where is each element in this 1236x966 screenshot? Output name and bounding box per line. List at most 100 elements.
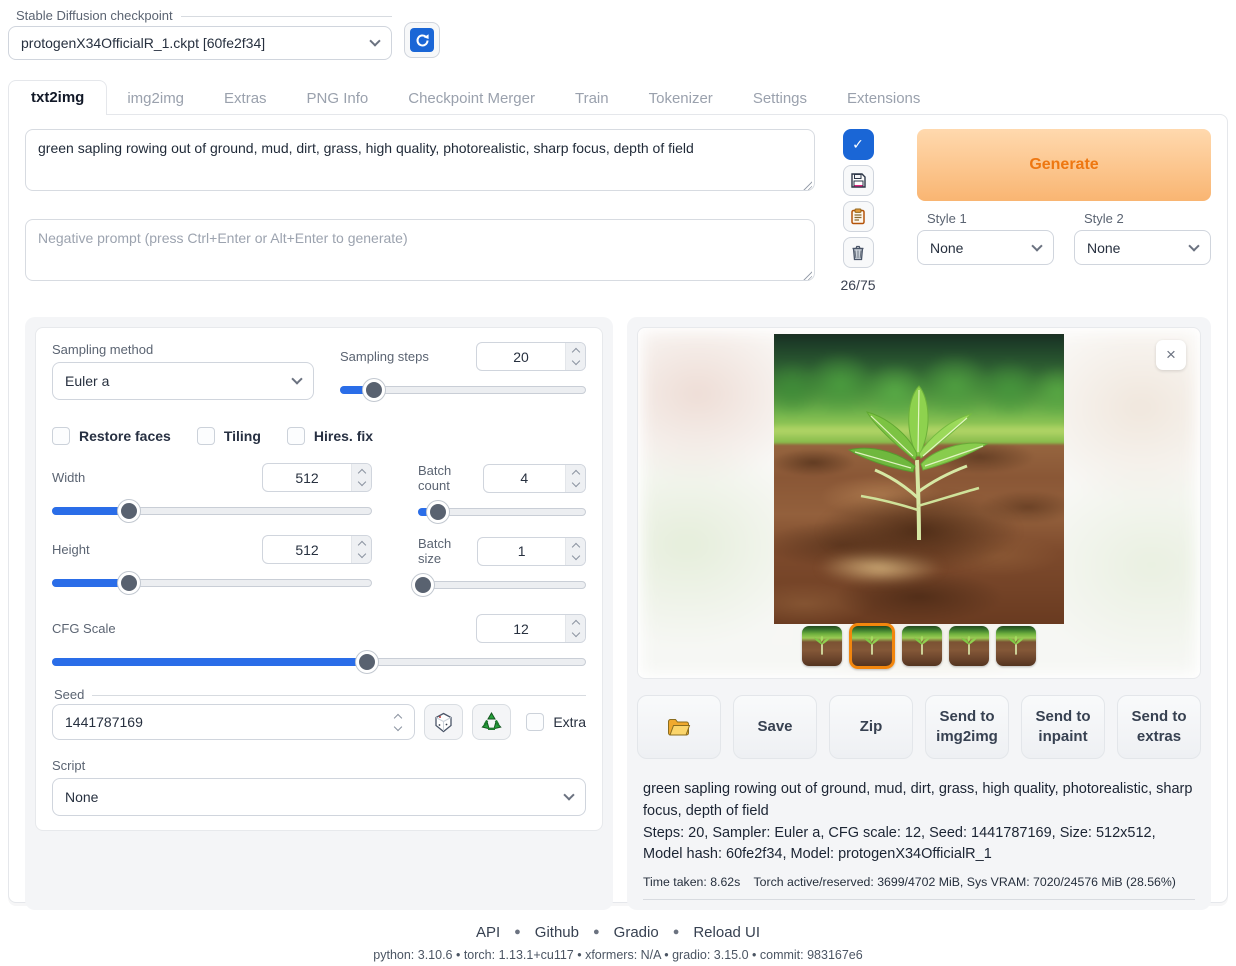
extra-seed-checkbox[interactable]: Extra	[526, 713, 586, 731]
checkbox-box[interactable]	[52, 427, 70, 445]
generated-image[interactable]	[774, 334, 1064, 624]
clear-prompt-button[interactable]	[843, 237, 874, 268]
tab-img2img[interactable]: img2img	[107, 82, 204, 115]
style2-select[interactable]: None	[1074, 230, 1211, 265]
stepper-buttons[interactable]	[388, 715, 408, 730]
send-to-inpaint-button[interactable]: Send to inpaint	[1021, 695, 1105, 759]
tab-extras[interactable]: Extras	[204, 82, 287, 115]
gradio-link[interactable]: Gradio	[614, 924, 659, 941]
batch-size-slider[interactable]	[418, 574, 586, 596]
refresh-checkpoints-button[interactable]	[404, 22, 440, 58]
batch-count-slider[interactable]	[418, 501, 586, 523]
token-counter: 26/75	[840, 277, 875, 293]
image-gallery[interactable]: ×	[637, 327, 1201, 679]
stepper-buttons[interactable]	[565, 343, 585, 370]
sampling-steps-slider[interactable]	[340, 379, 586, 401]
apply-style-button[interactable]	[843, 201, 874, 232]
settings-panel: Sampling method Euler a Sampling steps 2…	[25, 317, 613, 910]
tab-png-info[interactable]: PNG Info	[287, 82, 389, 115]
style2-group: Style 2 None	[1074, 211, 1211, 265]
txt2img-panel: green sapling rowing out of ground, mud,…	[8, 114, 1228, 903]
checkbox-box[interactable]	[197, 427, 215, 445]
gallery-thumbnail[interactable]	[802, 626, 842, 666]
generate-column: Generate Style 1 None Style 2 None	[917, 129, 1211, 293]
zip-button[interactable]: Zip	[829, 695, 913, 759]
legend-line	[181, 16, 392, 17]
height-input[interactable]: 512	[262, 535, 372, 564]
width-input[interactable]: 512	[262, 463, 372, 492]
seed-input[interactable]: 1441787169	[52, 704, 415, 740]
checkpoint-select[interactable]: protogenX34OfficialR_1.ckpt [60fe2f34]	[8, 26, 392, 60]
close-gallery-button[interactable]: ×	[1156, 340, 1186, 370]
prompt-tools-column: ✓	[841, 129, 875, 293]
gallery-thumbnail[interactable]	[949, 626, 989, 666]
slider-thumb[interactable]	[356, 651, 378, 673]
chevron-down-icon	[1188, 240, 1199, 251]
batch-count-input[interactable]: 4	[483, 464, 586, 493]
refresh-icon	[410, 28, 434, 52]
open-folder-button[interactable]	[637, 695, 721, 759]
style2-value: None	[1087, 240, 1120, 256]
stepper-buttons[interactable]	[565, 465, 585, 492]
batch-count-group: Batch count 4	[418, 463, 586, 523]
height-label: Height	[52, 542, 90, 557]
tiling-checkbox[interactable]: Tiling	[197, 427, 261, 445]
prompt-input[interactable]: green sapling rowing out of ground, mud,…	[25, 129, 815, 191]
send-to-img2img-button[interactable]: Send to img2img	[925, 695, 1009, 759]
floppy-disk-icon	[850, 172, 867, 189]
paste-params-button[interactable]: ✓	[843, 129, 874, 160]
gallery-thumbnail[interactable]	[849, 623, 895, 669]
info-prompt-text: green sapling rowing out of ground, mud,…	[643, 779, 1195, 823]
trash-icon	[850, 244, 866, 261]
slider-thumb[interactable]	[412, 574, 434, 596]
time-taken: Time taken: 8.62s	[643, 875, 740, 889]
restore-faces-checkbox[interactable]: Restore faces	[52, 427, 171, 445]
random-seed-button[interactable]	[424, 704, 463, 740]
recycle-icon	[481, 712, 502, 732]
chevron-down-icon	[291, 373, 302, 384]
stepper-buttons[interactable]	[351, 536, 371, 563]
separator-dot: ●	[593, 926, 600, 938]
stepper-buttons[interactable]	[565, 538, 585, 565]
tab-checkpoint-merger[interactable]: Checkpoint Merger	[388, 82, 555, 115]
github-link[interactable]: Github	[535, 924, 579, 941]
generation-info: green sapling rowing out of ground, mud,…	[643, 779, 1195, 900]
send-to-extras-button[interactable]: Send to extras	[1117, 695, 1201, 759]
width-slider[interactable]	[52, 500, 372, 522]
negative-prompt-input[interactable]	[25, 219, 815, 281]
stepper-buttons[interactable]	[565, 615, 585, 642]
save-button[interactable]: Save	[733, 695, 817, 759]
slider-thumb[interactable]	[118, 500, 140, 522]
slider-thumb[interactable]	[427, 501, 449, 523]
gallery-thumbnail[interactable]	[996, 626, 1036, 666]
save-style-button[interactable]	[843, 165, 874, 196]
tab-tokenizer[interactable]: Tokenizer	[629, 82, 733, 115]
tab-train[interactable]: Train	[555, 82, 629, 115]
reuse-seed-button[interactable]	[472, 704, 511, 740]
checkbox-box[interactable]	[287, 427, 305, 445]
tab-settings[interactable]: Settings	[733, 82, 827, 115]
api-link[interactable]: API	[476, 924, 500, 941]
script-select[interactable]: None	[52, 778, 586, 816]
reload-ui-link[interactable]: Reload UI	[693, 924, 760, 941]
seed-group: Seed 1441787169	[52, 687, 586, 740]
slider-thumb[interactable]	[363, 379, 385, 401]
cfg-scale-input[interactable]: 12	[476, 614, 586, 643]
cfg-scale-slider[interactable]	[52, 651, 586, 673]
style1-select[interactable]: None	[917, 230, 1054, 265]
checkbox-box[interactable]	[526, 713, 544, 731]
cfg-scale-label: CFG Scale	[52, 621, 116, 636]
sampling-method-select[interactable]: Euler a	[52, 362, 314, 400]
generate-button[interactable]: Generate	[917, 129, 1211, 201]
sampling-steps-input[interactable]: 20	[476, 342, 586, 371]
slider-thumb[interactable]	[118, 572, 140, 594]
gallery-thumbnail[interactable]	[902, 626, 942, 666]
tab-extensions[interactable]: Extensions	[827, 82, 940, 115]
dice-icon	[433, 712, 454, 733]
hires-fix-checkbox[interactable]: Hires. fix	[287, 427, 373, 445]
batch-size-input[interactable]: 1	[477, 537, 586, 566]
stepper-buttons[interactable]	[351, 464, 371, 491]
height-slider[interactable]	[52, 572, 372, 594]
tab-txt2img[interactable]: txt2img	[8, 80, 107, 115]
version-info: python: 3.10.6 • torch: 1.13.1+cu117 • x…	[0, 948, 1236, 962]
